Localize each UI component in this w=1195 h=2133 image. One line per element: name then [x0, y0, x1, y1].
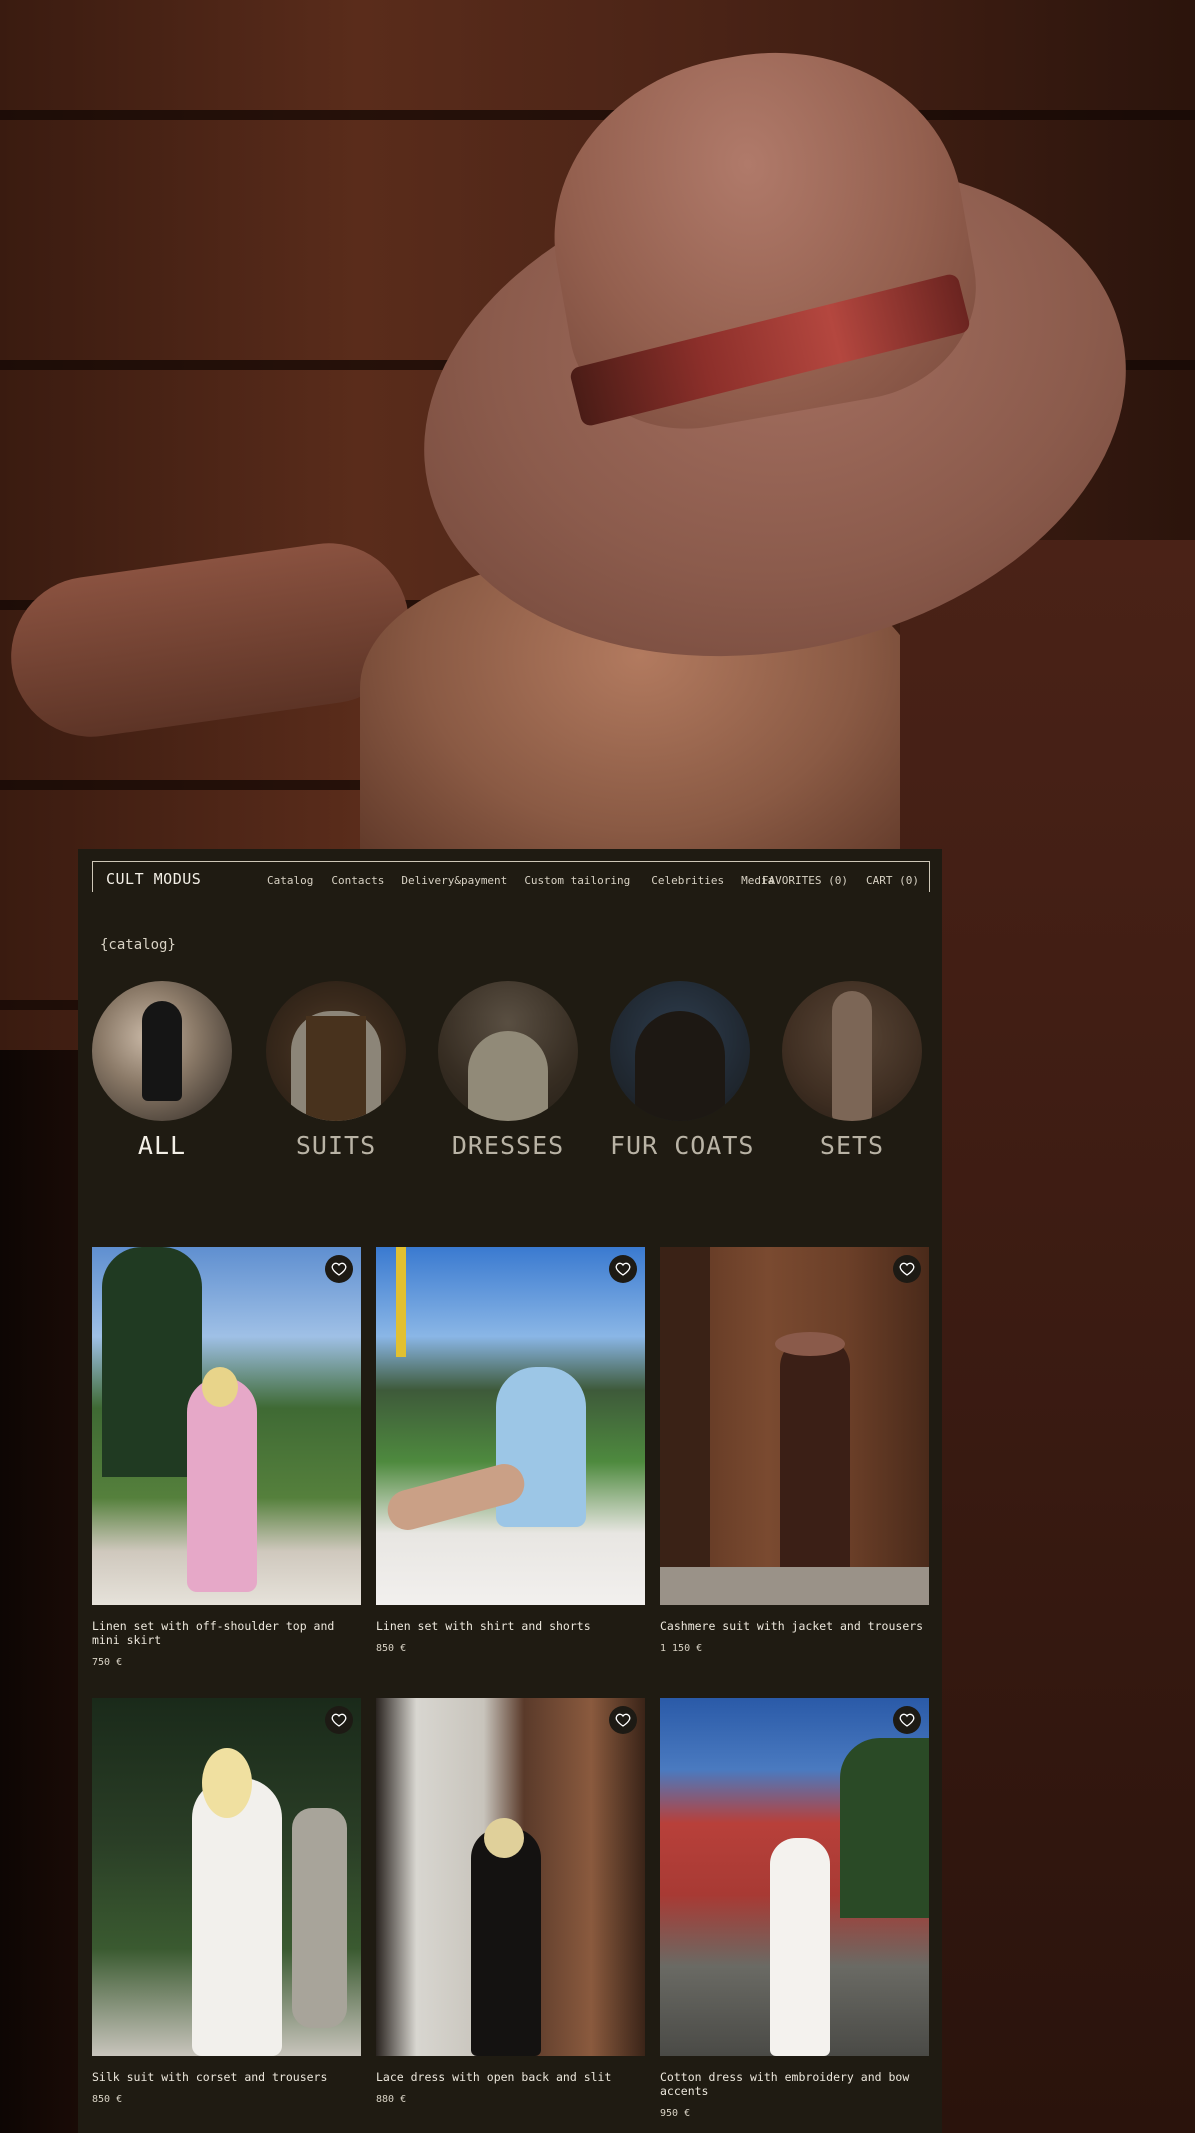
model-suit — [192, 1778, 282, 2056]
product-image[interactable] — [660, 1698, 929, 2056]
catalog-panel: CULT MODUS Catalog Contacts Delivery&pay… — [78, 849, 942, 2133]
product-image[interactable] — [660, 1247, 929, 1605]
product-name[interactable]: Linen set with shirt and shorts — [376, 1619, 645, 1633]
brand-logo[interactable]: CULT MODUS — [106, 870, 201, 888]
product-card[interactable]: Cotton dress with embroidery and bow acc… — [660, 1698, 929, 2119]
product-price: 850 € — [376, 1643, 407, 1654]
nav-link-custom-tailoring[interactable]: Custom tailoring — [524, 874, 630, 887]
favorite-button[interactable] — [893, 1255, 921, 1283]
nav-actions: FAVORITES (0) CART (0) — [762, 874, 919, 887]
model-hat — [775, 1332, 845, 1356]
category-image — [610, 981, 750, 1121]
model-dress — [471, 1828, 541, 2056]
product-image[interactable] — [376, 1247, 645, 1605]
model-hair — [202, 1748, 252, 1818]
model-figure — [187, 1377, 257, 1592]
product-image[interactable] — [92, 1698, 361, 2056]
wood-plank-line — [0, 110, 1195, 120]
category-label: ALL — [137, 1131, 187, 1160]
category-label: SETS — [819, 1131, 885, 1160]
door — [660, 1247, 710, 1605]
favorite-button[interactable] — [609, 1255, 637, 1283]
heart-icon — [899, 1262, 915, 1276]
fur-coat — [635, 1011, 725, 1121]
product-name[interactable]: Lace dress with open back and slit — [376, 2070, 645, 2084]
product-price: 950 € — [660, 2108, 691, 2119]
model-hair — [202, 1367, 238, 1407]
product-image[interactable] — [376, 1698, 645, 2056]
model-hair — [484, 1818, 524, 1858]
model-arm — [0, 532, 420, 748]
heart-icon — [615, 1713, 631, 1727]
dress — [468, 1031, 548, 1121]
nav-link-celebrities[interactable]: Celebrities — [651, 874, 724, 887]
category-list: ALL SUITS DRESSES FUR COATS SETS — [92, 981, 928, 1160]
category-image — [438, 981, 578, 1121]
product-card[interactable]: Silk suit with corset and trousers 850 € — [92, 1698, 361, 2105]
cart-link[interactable]: CART (0) — [866, 874, 919, 887]
category-image — [782, 981, 922, 1121]
model-dress — [770, 1838, 830, 2056]
tree — [840, 1738, 929, 1918]
model-jacket — [900, 540, 1195, 2133]
favorite-button[interactable] — [893, 1706, 921, 1734]
product-name[interactable]: Cotton dress with embroidery and bow acc… — [660, 2070, 929, 2098]
nav-links: Catalog Contacts Delivery&payment Custom… — [267, 874, 774, 887]
category-suits[interactable]: SUITS — [266, 981, 406, 1160]
product-name[interactable]: Linen set with off-shoulder top and mini… — [92, 1619, 361, 1647]
product-image[interactable] — [92, 1247, 361, 1605]
section-label: {catalog} — [100, 937, 176, 953]
product-price: 880 € — [376, 2094, 407, 2105]
product-card[interactable]: Linen set with off-shoulder top and mini… — [92, 1247, 361, 1668]
favorites-link[interactable]: FAVORITES (0) — [762, 874, 848, 887]
category-label: FUR COATS — [610, 1131, 755, 1160]
product-price: 750 € — [92, 1657, 123, 1668]
product-name[interactable]: Cashmere suit with jacket and trousers — [660, 1619, 929, 1633]
nav-link-catalog[interactable]: Catalog — [267, 874, 313, 887]
product-card[interactable]: Lace dress with open back and slit 880 € — [376, 1698, 645, 2105]
category-image — [92, 981, 232, 1121]
category-all[interactable]: ALL — [92, 981, 232, 1160]
category-dresses[interactable]: DRESSES — [438, 981, 578, 1160]
category-fur-coats[interactable]: FUR COATS — [610, 981, 755, 1160]
nav-link-delivery[interactable]: Delivery&payment — [401, 874, 507, 887]
product-price: 850 € — [92, 2094, 123, 2105]
vest — [306, 1016, 366, 1121]
model-figure — [832, 991, 872, 1121]
model-suit — [780, 1337, 850, 1577]
heart-icon — [331, 1262, 347, 1276]
top-navigation: CULT MODUS Catalog Contacts Delivery&pay… — [92, 861, 930, 892]
heart-icon — [615, 1262, 631, 1276]
shadow — [0, 1050, 80, 2133]
model-figure — [142, 1001, 182, 1101]
pole — [396, 1247, 406, 1357]
category-label: SUITS — [295, 1131, 377, 1160]
favorite-button[interactable] — [609, 1706, 637, 1734]
stone-urn — [292, 1808, 347, 2028]
category-image — [266, 981, 406, 1121]
product-card[interactable]: Cashmere suit with jacket and trousers 1… — [660, 1247, 929, 1654]
product-card[interactable]: Linen set with shirt and shorts 850 € — [376, 1247, 645, 1654]
product-price: 1 150 € — [660, 1643, 703, 1654]
nav-link-contacts[interactable]: Contacts — [331, 874, 384, 887]
ground — [660, 1567, 929, 1605]
category-sets[interactable]: SETS — [782, 981, 922, 1160]
heart-icon — [331, 1713, 347, 1727]
heart-icon — [899, 1713, 915, 1727]
category-label: DRESSES — [451, 1131, 565, 1160]
favorite-button[interactable] — [325, 1706, 353, 1734]
product-name[interactable]: Silk suit with corset and trousers — [92, 2070, 361, 2084]
favorite-button[interactable] — [325, 1255, 353, 1283]
